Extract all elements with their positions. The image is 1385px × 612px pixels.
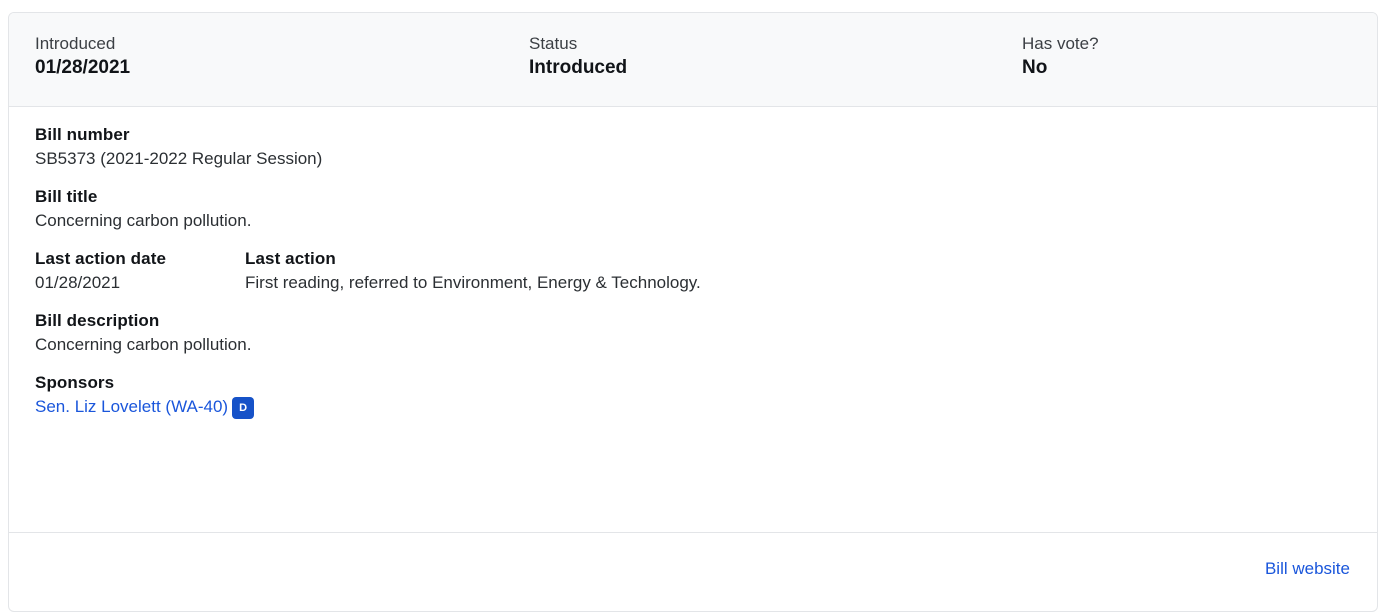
bill-card: Introduced 01/28/2021 Status Introduced …: [8, 12, 1378, 612]
has-vote-value: No: [1022, 57, 1048, 78]
last-action-value: First reading, referred to Environment, …: [245, 273, 701, 292]
sponsor-entry: Sen. Liz Lovelett (WA-40) D: [35, 395, 1351, 419]
last-action-field: Last action First reading, referred to E…: [245, 247, 701, 295]
last-action-date-label: Last action date: [35, 249, 167, 268]
sponsor-link[interactable]: Sen. Liz Lovelett (WA-40): [35, 397, 228, 416]
bill-description-field: Bill description Concerning carbon pollu…: [35, 309, 1351, 357]
has-vote-summary: Has vote? No: [1022, 33, 1099, 81]
last-action-date-field: Last action date 01/28/2021: [35, 247, 245, 295]
bill-title-value: Concerning carbon pollution.: [35, 211, 252, 230]
bill-website-link[interactable]: Bill website: [1265, 559, 1350, 579]
bill-number-field: Bill number SB5373 (2021-2022 Regular Se…: [35, 123, 1351, 171]
bill-description-label: Bill description: [35, 311, 160, 330]
last-action-date-value: 01/28/2021: [35, 273, 121, 292]
sponsors-field: Sponsors Sen. Liz Lovelett (WA-40) D: [35, 371, 1351, 419]
status-label: Status: [529, 34, 578, 53]
bill-summary-header: Introduced 01/28/2021 Status Introduced …: [9, 13, 1377, 107]
introduced-value: 01/28/2021: [35, 57, 131, 78]
footer-divider: [9, 532, 1377, 533]
bill-number-label: Bill number: [35, 125, 130, 144]
bill-number-value: SB5373 (2021-2022 Regular Session): [35, 149, 323, 168]
sponsors-label: Sponsors: [35, 373, 115, 392]
status-summary: Status Introduced: [529, 33, 627, 81]
introduced-summary: Introduced 01/28/2021: [35, 33, 130, 81]
bill-title-field: Bill title Concerning carbon pollution.: [35, 185, 1351, 233]
party-badge: D: [232, 397, 255, 419]
bill-title-label: Bill title: [35, 187, 98, 206]
last-action-label: Last action: [245, 249, 336, 268]
last-action-row: Last action date 01/28/2021 Last action …: [35, 247, 1351, 295]
has-vote-label: Has vote?: [1022, 34, 1099, 53]
introduced-label: Introduced: [35, 34, 116, 53]
bill-description-value: Concerning carbon pollution.: [35, 335, 252, 354]
status-value: Introduced: [529, 57, 628, 78]
bill-details: Bill number SB5373 (2021-2022 Regular Se…: [9, 107, 1377, 419]
